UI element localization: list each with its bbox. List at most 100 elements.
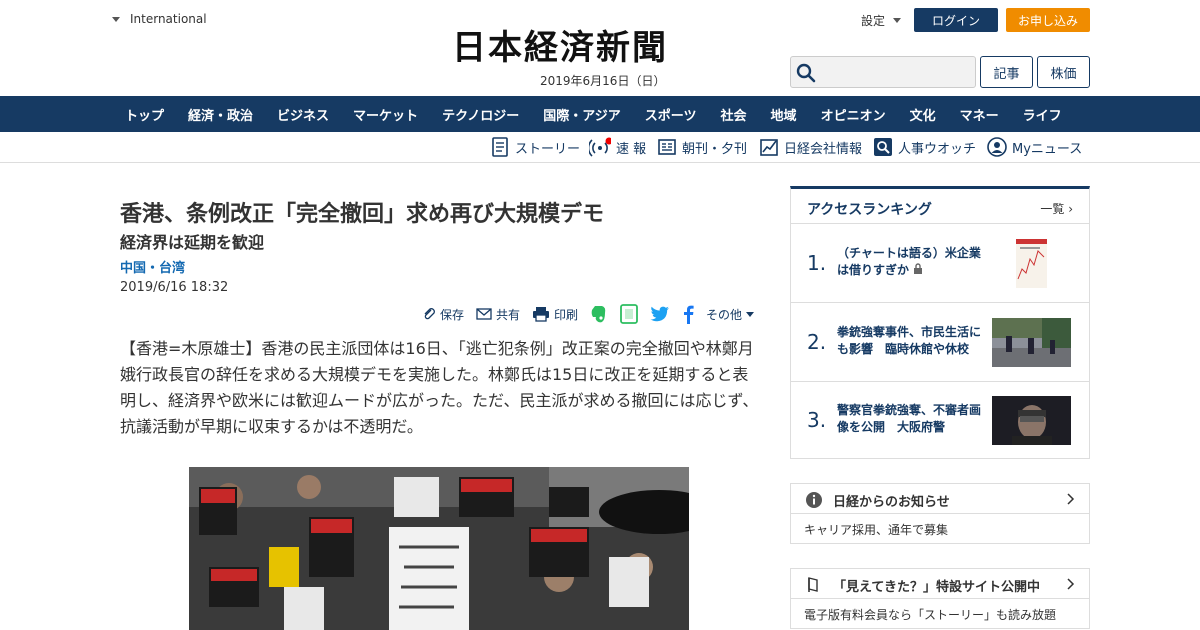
issue-date: 2019年6月16日（日） (540, 74, 666, 88)
nav-item-life[interactable]: ライフ (1011, 105, 1074, 124)
note-icon (620, 304, 638, 324)
article-photo[interactable] (189, 467, 689, 630)
rank-number: 2. (807, 330, 827, 354)
save-button[interactable]: 保存 (422, 306, 464, 323)
notes-button[interactable] (620, 304, 638, 324)
evernote-icon (591, 306, 606, 323)
nav-item-culture[interactable]: 文化 (898, 105, 948, 124)
subnav-my-news-label: Myニュース (1012, 141, 1083, 157)
nav-item-region[interactable]: 地域 (759, 105, 809, 124)
nav-item-opinion[interactable]: オピニオン (809, 105, 898, 124)
nav-item-money[interactable]: マネー (948, 105, 1011, 124)
article-subhead: 経済界は延期を歓迎 (120, 233, 265, 252)
flag-icon (808, 577, 818, 592)
subnav-story-label: ストーリー (515, 141, 581, 157)
newspaper-icon (658, 139, 676, 155)
notice-title: 日経からのお知らせ (833, 495, 950, 510)
magnifier-icon (874, 138, 892, 156)
protest-photo-image (189, 467, 689, 630)
search-articles-button[interactable]: 記事 (980, 56, 1033, 88)
rank-thumbnail (992, 396, 1071, 445)
evernote-button[interactable] (590, 304, 608, 324)
caret-down-icon (112, 16, 120, 22)
rank-title: （チャートは語る）米企業は借りすぎか (837, 245, 987, 279)
subnav-company-info-label: 日経会社情報 (784, 141, 863, 157)
twitter-icon (650, 306, 670, 322)
save-label: 保存 (440, 307, 465, 322)
subnav-people-watch-label: 人事ウオッチ (898, 141, 977, 157)
article-body: 【香港=木原雄士】香港の民主派団体は16日、「逃亡犯条例」改正案の完全撤回や林鄭… (120, 339, 759, 436)
caret-down-icon (893, 18, 902, 23)
portrait-thumbnail-image (992, 396, 1071, 445)
nav-item-society[interactable]: 社会 (709, 105, 759, 124)
main-nav: トップ 経済・政治 ビジネス マーケット テクノロジー 国際・アジア スポーツ … (0, 96, 1200, 132)
rank-title-text: （チャートは語る）米企業は借りすぎか (837, 246, 981, 277)
rank-number: 3. (807, 408, 827, 432)
search-field[interactable] (790, 56, 976, 88)
notice-box[interactable]: 「見えてきた？」特設サイト公開中 電子版有料会員なら「ストーリー」も読み放題 (790, 568, 1090, 629)
ranking-more-label: 一覧 (1040, 202, 1065, 216)
chevron-right-icon (1067, 578, 1075, 590)
info-icon (806, 492, 822, 508)
rank-thumbnail (992, 318, 1071, 367)
more-share-menu[interactable]: その他 (706, 306, 755, 323)
ranking-item[interactable]: 1. （チャートは語る）米企業は借りすぎか (791, 225, 1089, 303)
chevron-right-icon (1067, 493, 1075, 505)
document-icon (492, 137, 508, 157)
share-label: 共有 (496, 307, 521, 322)
mail-icon (476, 308, 492, 320)
facebook-button[interactable] (682, 304, 694, 324)
ranking-item[interactable]: 2. 拳銃強奪事件、市民生活にも影響 臨時休館や休校 (791, 304, 1089, 382)
twitter-button[interactable] (650, 306, 670, 322)
access-ranking: アクセスランキング 一覧 › 1. （チャートは語る）米企業は借りすぎか 2. … (790, 186, 1090, 459)
nav-item-market[interactable]: マーケット (341, 105, 430, 124)
settings-label: 設定 (861, 14, 886, 28)
broadcast-icon (589, 137, 611, 157)
settings-menu[interactable]: 設定 (861, 12, 902, 29)
subnav-morning-evening[interactable]: 朝刊・夕刊 (657, 136, 747, 158)
signup-button[interactable]: お申し込み (1006, 8, 1090, 32)
nav-item-international-asia[interactable]: 国際・アジア (531, 105, 632, 124)
print-label: 印刷 (554, 307, 579, 322)
nav-item-technology[interactable]: テクノロジー (430, 105, 531, 124)
printer-icon (533, 307, 550, 322)
chart-thumbnail-image (992, 239, 1071, 288)
notice-body: キャリア採用、通年で募集 (804, 523, 949, 537)
subnav-my-news[interactable]: Myニュース (987, 136, 1082, 158)
subnav-company-info[interactable]: 日経会社情報 (759, 136, 862, 158)
article-timestamp: 2019/6/16 18:32 (120, 280, 229, 295)
paperclip-icon (424, 308, 435, 320)
ranking-more-link[interactable]: 一覧 › (1040, 200, 1073, 217)
nav-item-business[interactable]: ビジネス (265, 105, 341, 124)
login-button[interactable]: ログイン (914, 8, 998, 32)
chart-icon (760, 139, 778, 156)
share-button[interactable]: 共有 (476, 306, 520, 323)
notice-box[interactable]: 日経からのお知らせ キャリア採用、通年で募集 (790, 483, 1090, 544)
article-category-link[interactable]: 中国・台湾 (120, 257, 185, 276)
nav-item-sports[interactable]: スポーツ (633, 105, 709, 124)
subnav-breaking[interactable]: 速 報 (589, 136, 646, 158)
article-headline: 香港、条例改正「完全撤回」求め再び大規模デモ (120, 202, 605, 227)
rank-title: 警察官拳銃強奪、不審者画像を公開 大阪府警 (837, 403, 982, 434)
site-logo[interactable]: 日本経済新聞 (452, 28, 668, 68)
article-toolbar: 保存 共有 印刷 その他 (422, 302, 766, 326)
subnav-people-watch[interactable]: 人事ウオッチ (873, 136, 976, 158)
edition-label: International (130, 12, 207, 26)
notice-header: 日経からのお知らせ (791, 484, 1089, 514)
print-button[interactable]: 印刷 (532, 306, 578, 323)
edition-selector[interactable]: International (112, 12, 207, 26)
street-thumbnail-image (992, 318, 1071, 367)
subnav-story[interactable]: ストーリー (490, 136, 580, 158)
chevron-right-icon: › (1068, 202, 1073, 216)
ranking-item[interactable]: 3. 警察官拳銃強奪、不審者画像を公開 大阪府警 (791, 382, 1089, 460)
rank-number: 1. (807, 251, 827, 275)
notice-body: 電子版有料会員なら「ストーリー」も読み放題 (804, 608, 1057, 622)
search-icon[interactable] (796, 63, 816, 83)
sub-nav: ストーリー 速 報 朝刊・夕刊 日経会社情報 人事ウオッチ Myニュース (0, 132, 1200, 163)
nav-item-economy-politics[interactable]: 経済・政治 (176, 105, 265, 124)
nav-item-top[interactable]: トップ (113, 105, 176, 124)
notice-title: 「見えてきた？」特設サイト公開中 (833, 580, 1040, 595)
user-icon (987, 137, 1007, 157)
search-input[interactable] (791, 57, 975, 87)
search-stocks-button[interactable]: 株価 (1037, 56, 1090, 88)
